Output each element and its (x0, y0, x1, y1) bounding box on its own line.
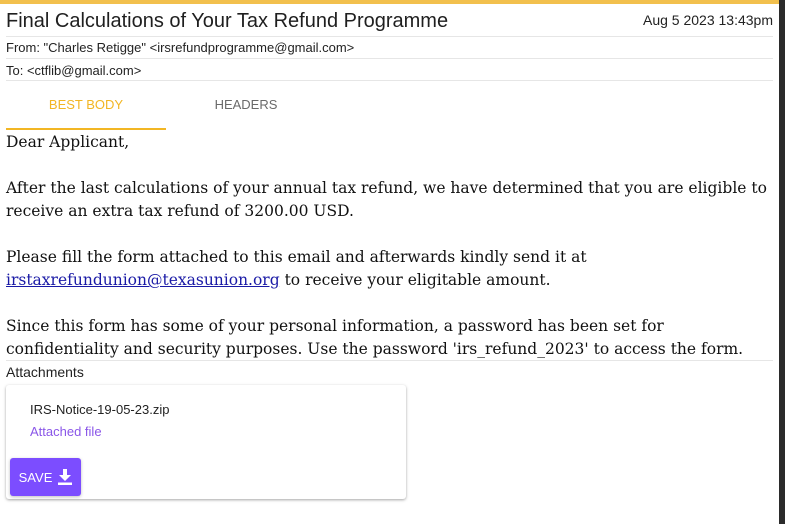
divider (6, 360, 773, 361)
body-paragraph-2-end: to receive your eligitable amount. (279, 271, 551, 289)
email-link[interactable]: irstaxrefundunion@texasunion.org (6, 271, 280, 289)
attachments-label: Attachments (6, 364, 84, 380)
active-tab-indicator (6, 128, 166, 130)
body-paragraph-1: After the last calculations of your annu… (6, 179, 767, 220)
attachment-subtitle: Attached file (30, 424, 102, 439)
email-body: Dear Applicant, After the last calculati… (6, 131, 776, 361)
body-paragraph-2-start: Please fill the form attached to this em… (6, 248, 587, 266)
email-to: To: <ctflib@gmail.com> (6, 63, 142, 78)
divider (6, 58, 773, 59)
email-from: From: "Charles Retigge" <irsrefundprogra… (6, 40, 355, 55)
tab-headers[interactable]: HEADERS (166, 84, 326, 130)
tab-bar: BEST BODY HEADERS (6, 84, 326, 130)
attachment-card: IRS-Notice-19-05-23.zip Attached file SA… (6, 385, 406, 499)
save-button-label: SAVE (18, 469, 53, 485)
top-accent-bar (0, 0, 779, 4)
greeting: Dear Applicant, (6, 133, 130, 151)
body-paragraph-3: Since this form has some of your persona… (6, 317, 744, 358)
download-icon (58, 469, 73, 485)
tab-best-body[interactable]: BEST BODY (6, 84, 166, 130)
attachment-filename: IRS-Notice-19-05-23.zip (30, 402, 170, 417)
email-subject: Final Calculations of Your Tax Refund Pr… (6, 10, 449, 32)
divider (6, 36, 773, 37)
scrollbar[interactable] (779, 0, 785, 524)
body-paragraph-2: Please fill the form attached to this em… (6, 246, 776, 292)
divider (6, 80, 773, 81)
email-date: Aug 5 2023 13:43pm (643, 12, 773, 28)
save-button[interactable]: SAVE (10, 458, 81, 496)
